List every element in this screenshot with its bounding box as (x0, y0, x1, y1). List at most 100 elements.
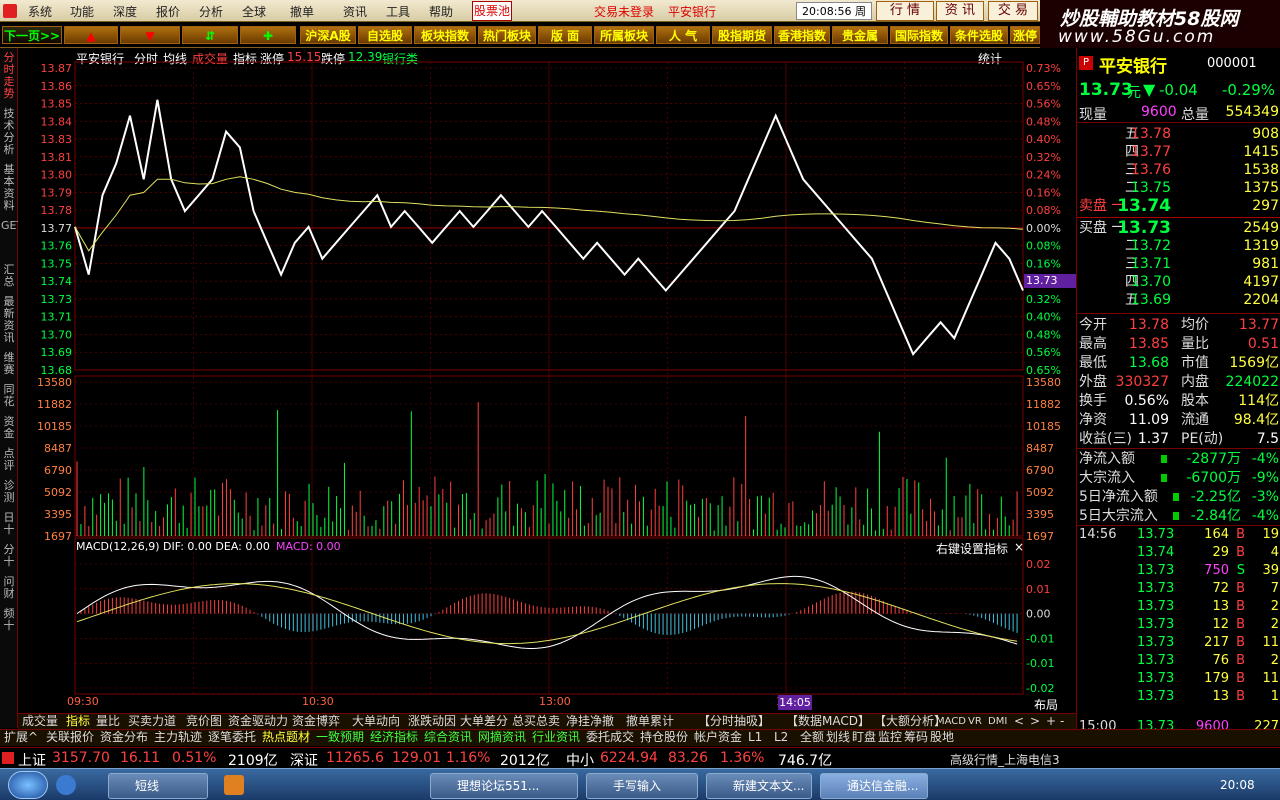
ie-icon[interactable] (56, 775, 76, 795)
indicator-tab-5[interactable]: 资金驱动力 (228, 714, 288, 729)
tab-limit-up[interactable]: 涨停板 (1010, 26, 1040, 44)
sidebar-item-0[interactable]: 分时走势 (1, 52, 17, 106)
trade-button[interactable]: 交 易 (988, 1, 1038, 21)
menu-global[interactable]: 全球 (242, 3, 266, 20)
menu-quote[interactable]: 报价 (156, 3, 180, 20)
tabs-prev-icon[interactable]: < (1014, 714, 1024, 729)
ext-tab-2[interactable]: 资金分布 (100, 730, 148, 745)
sidebar-item-12[interactable]: 分十 (1, 544, 17, 574)
indicator-tab-16[interactable]: MACD (936, 714, 966, 729)
indicator-tab-3[interactable]: 买卖力道 (128, 714, 176, 729)
menu-depth[interactable]: 深度 (113, 3, 137, 20)
sidebar-item-7[interactable]: 同花 (1, 384, 17, 414)
ext-tab-16[interactable]: 全额 (800, 730, 824, 745)
sidebar-item-8[interactable]: 资金 (1, 416, 17, 446)
start-button[interactable] (8, 771, 48, 799)
tab-popularity[interactable]: 人 气 (656, 26, 710, 44)
ext-tab-4[interactable]: 逐笔委托 (208, 730, 256, 745)
menu-tools[interactable]: 工具 (386, 3, 410, 20)
task-tdx[interactable]: 通达信金融... (820, 773, 928, 799)
sidebar-item-4[interactable]: 汇总 (1, 264, 17, 294)
tab-sector-index[interactable]: 板块指数 (414, 26, 476, 44)
sidebar-item-9[interactable]: 点评 (1, 448, 17, 478)
toolbar-hl-button[interactable]: ⇵ (182, 26, 238, 44)
sidebar-item-1[interactable]: 技术分析 (1, 108, 17, 162)
ext-tab-19[interactable]: 监控 (878, 730, 902, 745)
indicator-tab-8[interactable]: 涨跌动因 (408, 714, 456, 729)
ext-tab-6[interactable]: 一致预期 (316, 730, 364, 745)
toolbar-ten-button[interactable]: ✚ (240, 26, 296, 44)
ext-tab-17[interactable]: 划线 (826, 730, 850, 745)
indicator-tab-13[interactable]: 【分时抽吸】 (698, 714, 770, 729)
ext-tab-18[interactable]: 盯盘 (852, 730, 876, 745)
ext-tab-14[interactable]: L1 (748, 730, 762, 745)
sidebar-item-5[interactable]: 最新资讯 (1, 296, 17, 350)
indicator-tab-9[interactable]: 大单差分 (460, 714, 508, 729)
ext-tab-10[interactable]: 行业资讯 (532, 730, 580, 745)
ext-tab-1[interactable]: 关联报价 (46, 730, 94, 745)
toolbar-up-button[interactable]: ▲ (64, 26, 118, 44)
menu-system[interactable]: 系统 (28, 3, 52, 20)
indicator-tab-14[interactable]: 【数据MACD】 (786, 714, 870, 729)
tab-index-futures[interactable]: 股指期货 (712, 26, 772, 44)
layout-button[interactable]: 布局 (1034, 696, 1058, 713)
ext-tab-11[interactable]: 委托成交 (586, 730, 634, 745)
task-text-file[interactable]: 新建文本文... (706, 773, 812, 799)
ext-tab-8[interactable]: 综合资讯 (424, 730, 472, 745)
prev-page-button[interactable]: 下一页>> (2, 26, 62, 44)
tab-belong-sector[interactable]: 所属板块 (594, 26, 654, 44)
menu-function[interactable]: 功能 (70, 3, 94, 20)
chart-area[interactable]: 平安银行 分时 均线 成交量 指标 涨停 15.15 跌停 12.39 银行类 … (18, 48, 1076, 714)
news-button[interactable]: 资 讯 (936, 1, 984, 21)
task-forum[interactable]: 理想论坛551... (430, 773, 578, 799)
ext-tab-3[interactable]: 主力轨迹 (154, 730, 202, 745)
sidebar-item-13[interactable]: 问财 (1, 576, 17, 606)
ext-tab-7[interactable]: 经济指标 (370, 730, 418, 745)
indicator-tab-1[interactable]: 指标 (66, 714, 90, 729)
ext-tab-9[interactable]: 网摘资讯 (478, 730, 526, 745)
ext-tab-12[interactable]: 持仓股份 (640, 730, 688, 745)
tabs-add-icon[interactable]: + (1046, 714, 1056, 729)
ext-tab-21[interactable]: 股地 (930, 730, 954, 745)
indicator-tab-17[interactable]: VR (968, 714, 982, 729)
indicator-tab-18[interactable]: DMI (988, 714, 1007, 729)
task-shortline[interactable]: 短线 (108, 773, 208, 799)
tab-layout[interactable]: 版 面 (538, 26, 592, 44)
close-indicator-icon[interactable]: × (1014, 540, 1024, 554)
ext-tab-13[interactable]: 帐户资金 (694, 730, 742, 745)
ext-tab-20[interactable]: 筹码 (904, 730, 928, 745)
indicator-tab-2[interactable]: 量比 (96, 714, 120, 729)
tabs-next-icon[interactable]: > (1030, 714, 1040, 729)
tab-hot-sectors[interactable]: 热门板块 (478, 26, 536, 44)
sidebar-item-2[interactable]: 基本资料 (1, 164, 17, 218)
menu-news[interactable]: 资讯 (343, 3, 367, 20)
sidebar-item-6[interactable]: 维赛 (1, 352, 17, 382)
tab-sh-sz-a[interactable]: 沪深A股 (300, 26, 356, 44)
menu-analysis[interactable]: 分析 (199, 3, 223, 20)
ext-tab-5[interactable]: 热点题材 (262, 730, 310, 745)
indicator-tab-0[interactable]: 成交量 (22, 714, 58, 729)
tab-stock-pool[interactable]: 股票池 (472, 1, 512, 21)
ext-tab-0[interactable]: 扩展^ (4, 730, 38, 745)
sidebar-item-14[interactable]: 频十 (1, 608, 17, 638)
indicator-tab-6[interactable]: 资金博弈 (292, 714, 340, 729)
menu-help[interactable]: 帮助 (429, 3, 453, 20)
task-handwrite[interactable]: 手写输入 (586, 773, 698, 799)
sidebar-item-10[interactable]: 诊测 (1, 480, 17, 510)
sidebar-item-3[interactable]: GET (1, 220, 23, 262)
tab-intl-index[interactable]: 国际指数 (890, 26, 948, 44)
tab-stock-screen[interactable]: 条件选股 (950, 26, 1008, 44)
indicator-tab-4[interactable]: 竞价图 (186, 714, 222, 729)
indicator-tab-12[interactable]: 撤单累计 (626, 714, 674, 729)
market-button[interactable]: 行 情 (876, 1, 934, 21)
tabs-remove-icon[interactable]: - (1060, 714, 1064, 729)
folder-icon[interactable] (224, 775, 244, 795)
menu-cancel-order[interactable]: 撤单 (290, 3, 314, 20)
toolbar-down-button[interactable]: ▼ (120, 26, 180, 44)
indicator-tab-11[interactable]: 净挂净撤 (566, 714, 614, 729)
macd-setting[interactable]: 右键设置指标 (936, 540, 1008, 557)
indicator-tab-7[interactable]: 大单动向 (352, 714, 400, 729)
ext-tab-15[interactable]: L2 (774, 730, 788, 745)
tab-precious-metals[interactable]: 贵金属 (832, 26, 888, 44)
tab-hk-index[interactable]: 香港指数 (774, 26, 830, 44)
